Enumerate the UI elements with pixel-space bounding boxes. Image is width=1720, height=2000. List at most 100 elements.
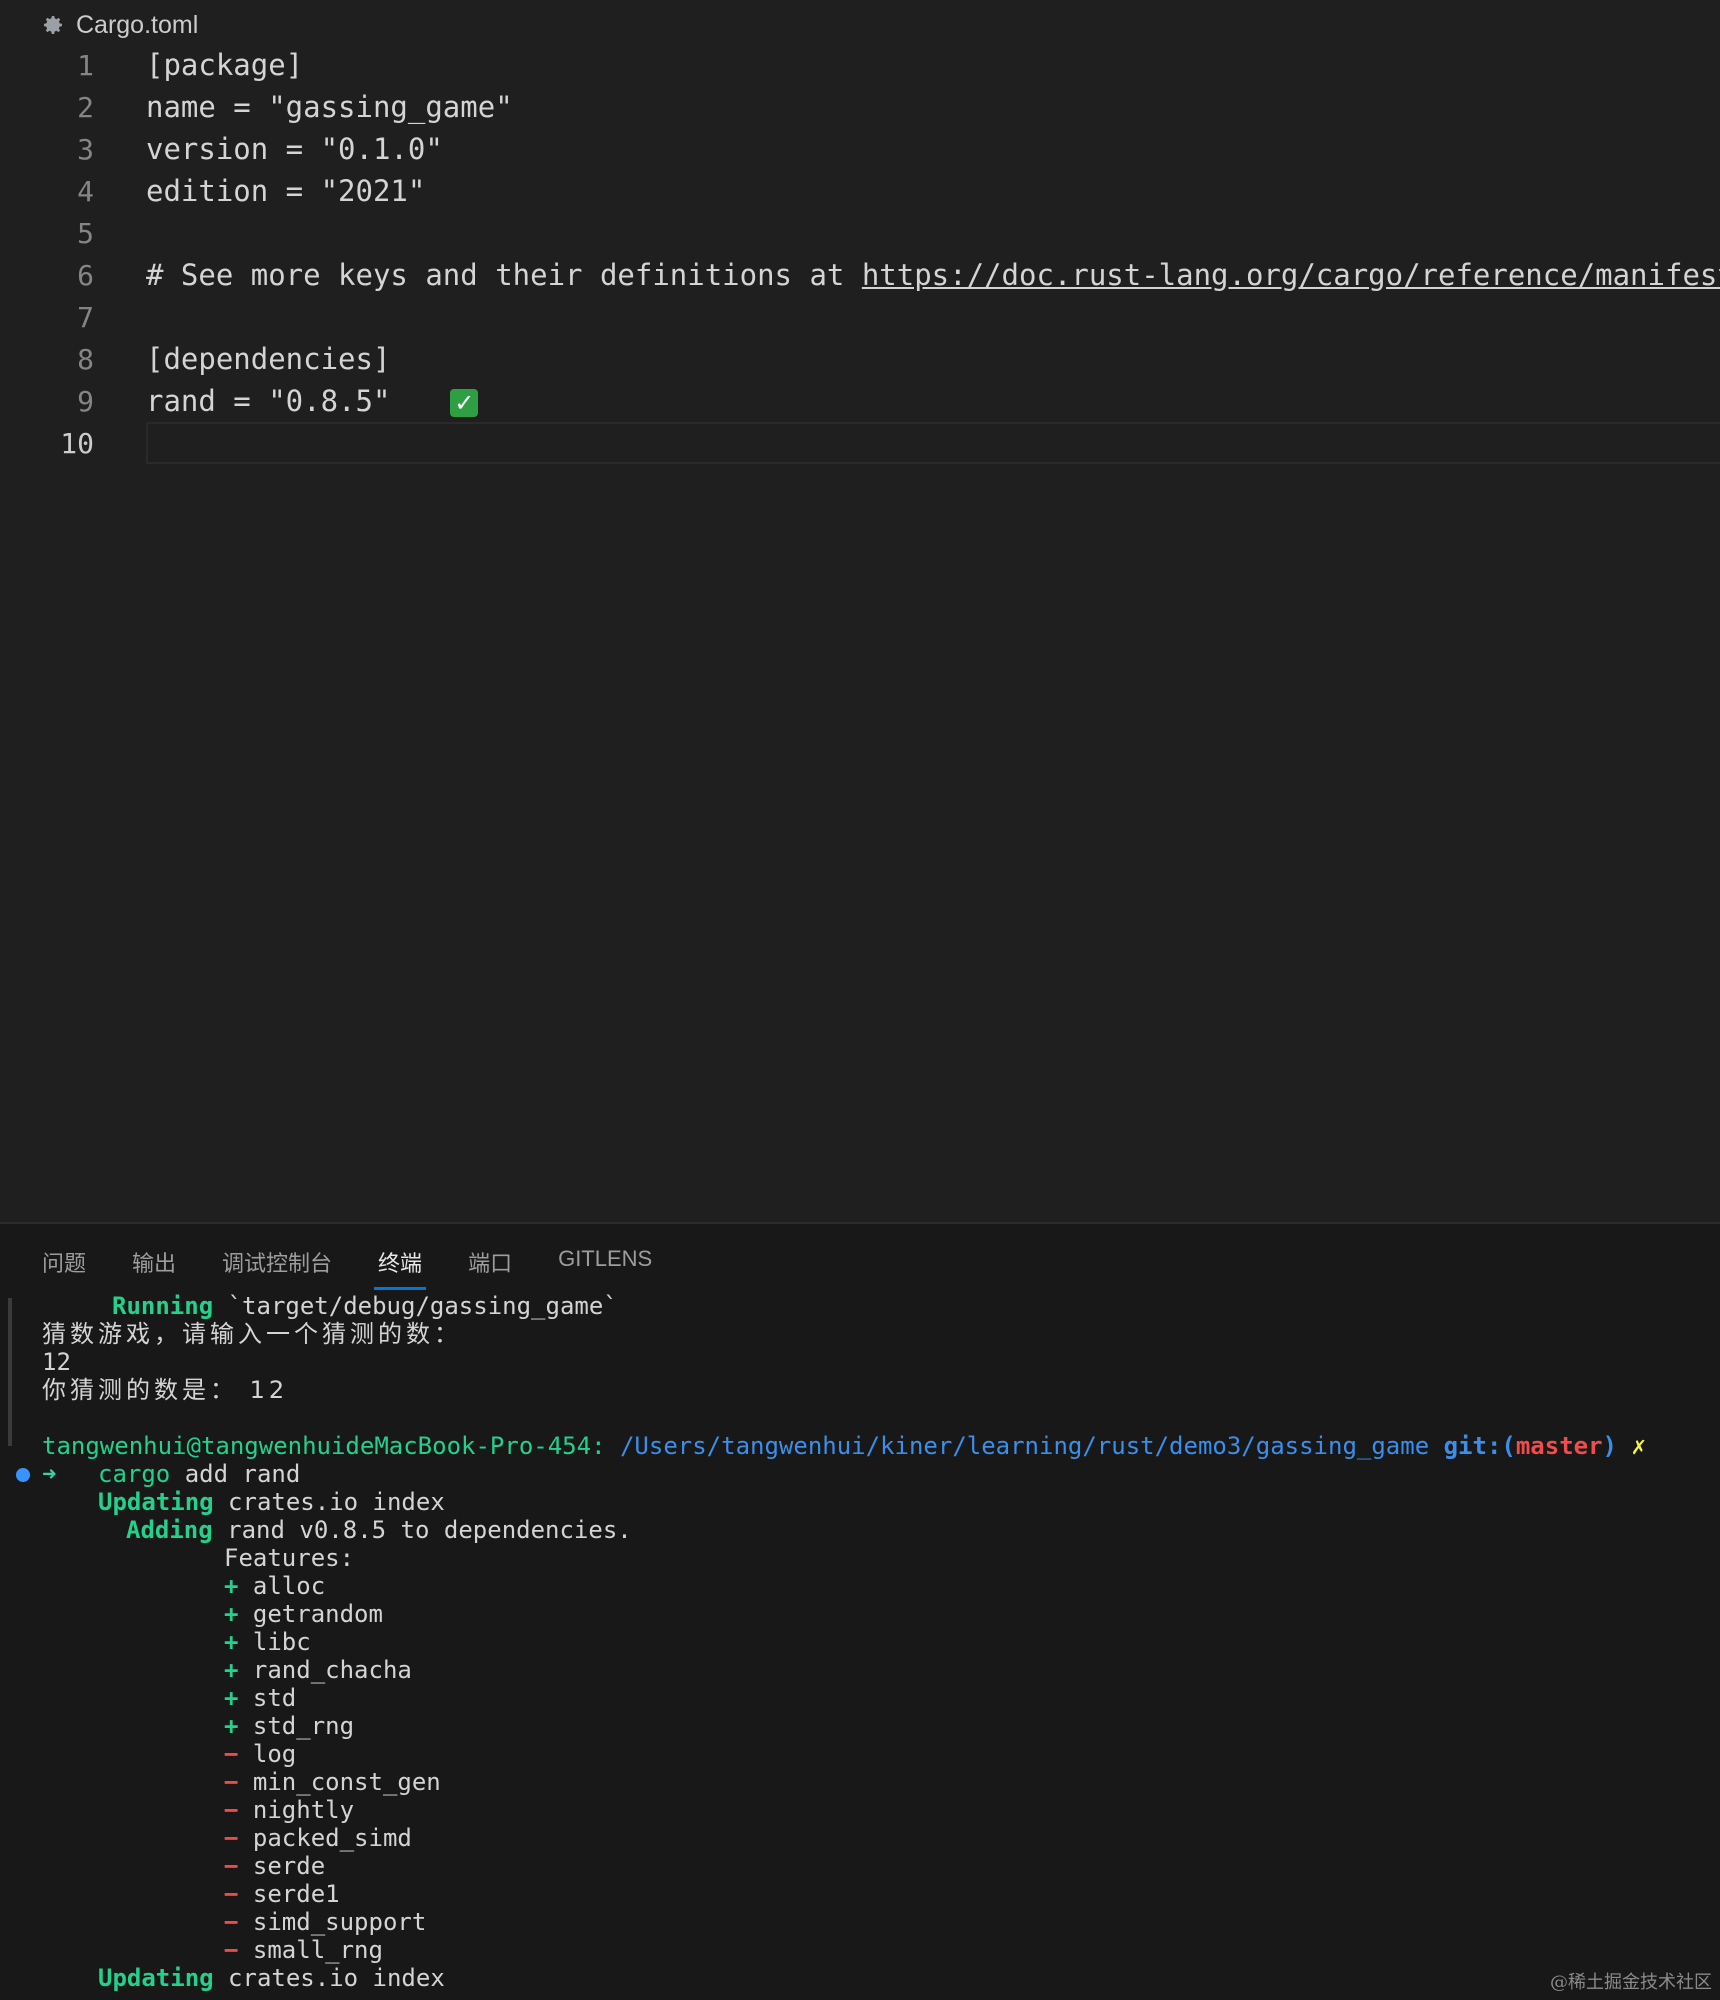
minus-sign: − [224,1740,239,1768]
code-line-active: 10 [0,422,1720,464]
updating-text: crates.io index [213,1488,445,1516]
panel-tabs: 问题 输出 调试控制台 终端 端口 GITLENS [42,1246,652,1290]
updating-label: Updating [98,1488,214,1516]
current-line-highlight[interactable] [146,422,1720,464]
tab-debug-console[interactable]: 调试控制台 [222,1246,332,1288]
tab-gitlens[interactable]: GITLENS [558,1246,652,1288]
command-text: cargo add rand [98,1460,300,1488]
feature-name: nightly [252,1796,355,1824]
running-label: Running [112,1292,214,1320]
tab-terminal[interactable]: 终端 [374,1246,427,1290]
feature-enabled: + std [0,1684,1720,1712]
line-number: 4 [77,174,94,208]
watermark: @稀土掘金技术社区 [1550,1972,1712,1993]
feature-enabled: + libc [0,1628,1720,1656]
terminal-line: 你猜测的数是： 12 [42,1376,289,1404]
line-number: 1 [77,48,94,82]
code-area[interactable]: 1 [package] 2 name = "gassing_game" 3 versi… [0,44,1720,464]
line-number: 7 [77,300,94,334]
plus-sign: + [224,1572,239,1600]
manifest-link[interactable]: https://doc.rust-lang.org/cargo/referenc… [862,258,1720,292]
feature-name: packed_simd [252,1824,412,1852]
feature-name: small_rng [252,1936,383,1964]
feature-disabled: − small_rng [0,1936,1720,1964]
terminal-line: Running `target/debug/gassing_game` [0,1292,1720,1320]
line-text[interactable]: name = "gassing_game" [146,90,513,124]
adding-label: Adding [126,1516,213,1544]
line-text[interactable]: rand = "0.8.5" ✓ [146,384,479,418]
check-icon: ✓ [450,389,479,417]
feature-name: rand_chacha [252,1656,412,1684]
code-line: 4 edition = "2021" [0,170,1720,212]
gear-icon [40,12,66,38]
feature-name: log [252,1740,297,1768]
plus-sign: + [224,1628,239,1656]
feature-name: serde1 [252,1880,340,1908]
code-line: 9 rand = "0.8.5" ✓ [0,380,1720,422]
plus-sign: + [224,1712,239,1740]
git-branch: master [1515,1432,1603,1460]
terminal-output[interactable]: Running `target/debug/gassing_game` 猜数游戏… [0,1292,1720,1992]
code-line: 6 # See more keys and their definitions a… [0,254,1720,296]
dirty-mark: ✗ [1617,1432,1646,1460]
cwd-path: /Users/tangwenhui/kiner/learning/rust/de… [605,1432,1430,1460]
line-text[interactable]: # See more keys and their definitions at… [146,258,1720,292]
terminal-line: Updating crates.io index [0,1488,1720,1516]
minus-sign: − [224,1936,239,1964]
line-text[interactable]: [package] [146,48,303,82]
feature-name: libc [252,1628,311,1656]
line-number: 10 [60,426,94,460]
command-args: add rand [170,1460,301,1488]
line-text[interactable]: [dependencies] [146,342,390,376]
terminal-line: Adding rand v0.8.5 to dependencies. [0,1516,1720,1544]
terminal-line: 12 [42,1348,71,1376]
feature-disabled: − min_const_gen [0,1768,1720,1796]
code-line: 2 name = "gassing_game" [0,86,1720,128]
plus-sign: + [224,1656,239,1684]
feature-enabled: + rand_chacha [0,1656,1720,1684]
line-number: 2 [77,90,94,124]
code-line: 7 [0,296,1720,338]
prompt-arrow-icon: ➜ [42,1460,57,1488]
updating-label: Updating [98,1964,214,1992]
feature-name: std_rng [252,1712,355,1740]
line-text[interactable]: version = "0.1.0" [146,132,443,166]
code-line: 1 [package] [0,44,1720,86]
feature-disabled: − log [0,1740,1720,1768]
line-number: 6 [77,258,94,292]
editor: Cargo.toml 1 [package] 2 name = "gassing_g… [0,0,1720,1222]
tab-problems[interactable]: 问题 [42,1246,86,1288]
feature-enabled: + std_rng [0,1712,1720,1740]
feature-name: simd_support [252,1908,427,1936]
terminal-line: Updating crates.io index [0,1964,1720,1992]
feature-disabled: − serde1 [0,1880,1720,1908]
plus-sign: + [224,1600,239,1628]
terminal-line: Features: [224,1544,355,1572]
feature-name: serde [252,1852,326,1880]
command-status-dot-icon[interactable] [16,1468,30,1482]
terminal-line: 猜数游戏，请输入一个猜测的数： [42,1320,462,1348]
minus-sign: − [224,1880,239,1908]
feature-disabled: − serde [0,1852,1720,1880]
feature-name: std [252,1684,297,1712]
feature-name: min_const_gen [252,1768,441,1796]
code-line: 8 [dependencies] [0,338,1720,380]
line-number: 5 [77,216,94,250]
updating-text: crates.io index [213,1964,445,1992]
file-name: Cargo.toml [76,10,199,39]
line-number: 8 [77,342,94,376]
tab-output[interactable]: 输出 [132,1246,176,1288]
comment-text: # See more keys and their definitions at [146,258,862,292]
git-close: ) [1602,1432,1617,1460]
tab-ports[interactable]: 端口 [468,1246,512,1288]
feature-name: getrandom [252,1600,383,1628]
code-line: 5 [0,212,1720,254]
breadcrumb[interactable]: Cargo.toml [40,8,198,42]
feature-name: alloc [252,1572,326,1600]
prompt-line: tangwenhui@tangwenhuideMacBook-Pro-454: … [0,1432,1720,1460]
git-label: git:( [1429,1432,1516,1460]
line-text[interactable]: edition = "2021" [146,174,425,208]
feature-disabled: − packed_simd [0,1824,1720,1852]
minus-sign: − [224,1824,239,1852]
